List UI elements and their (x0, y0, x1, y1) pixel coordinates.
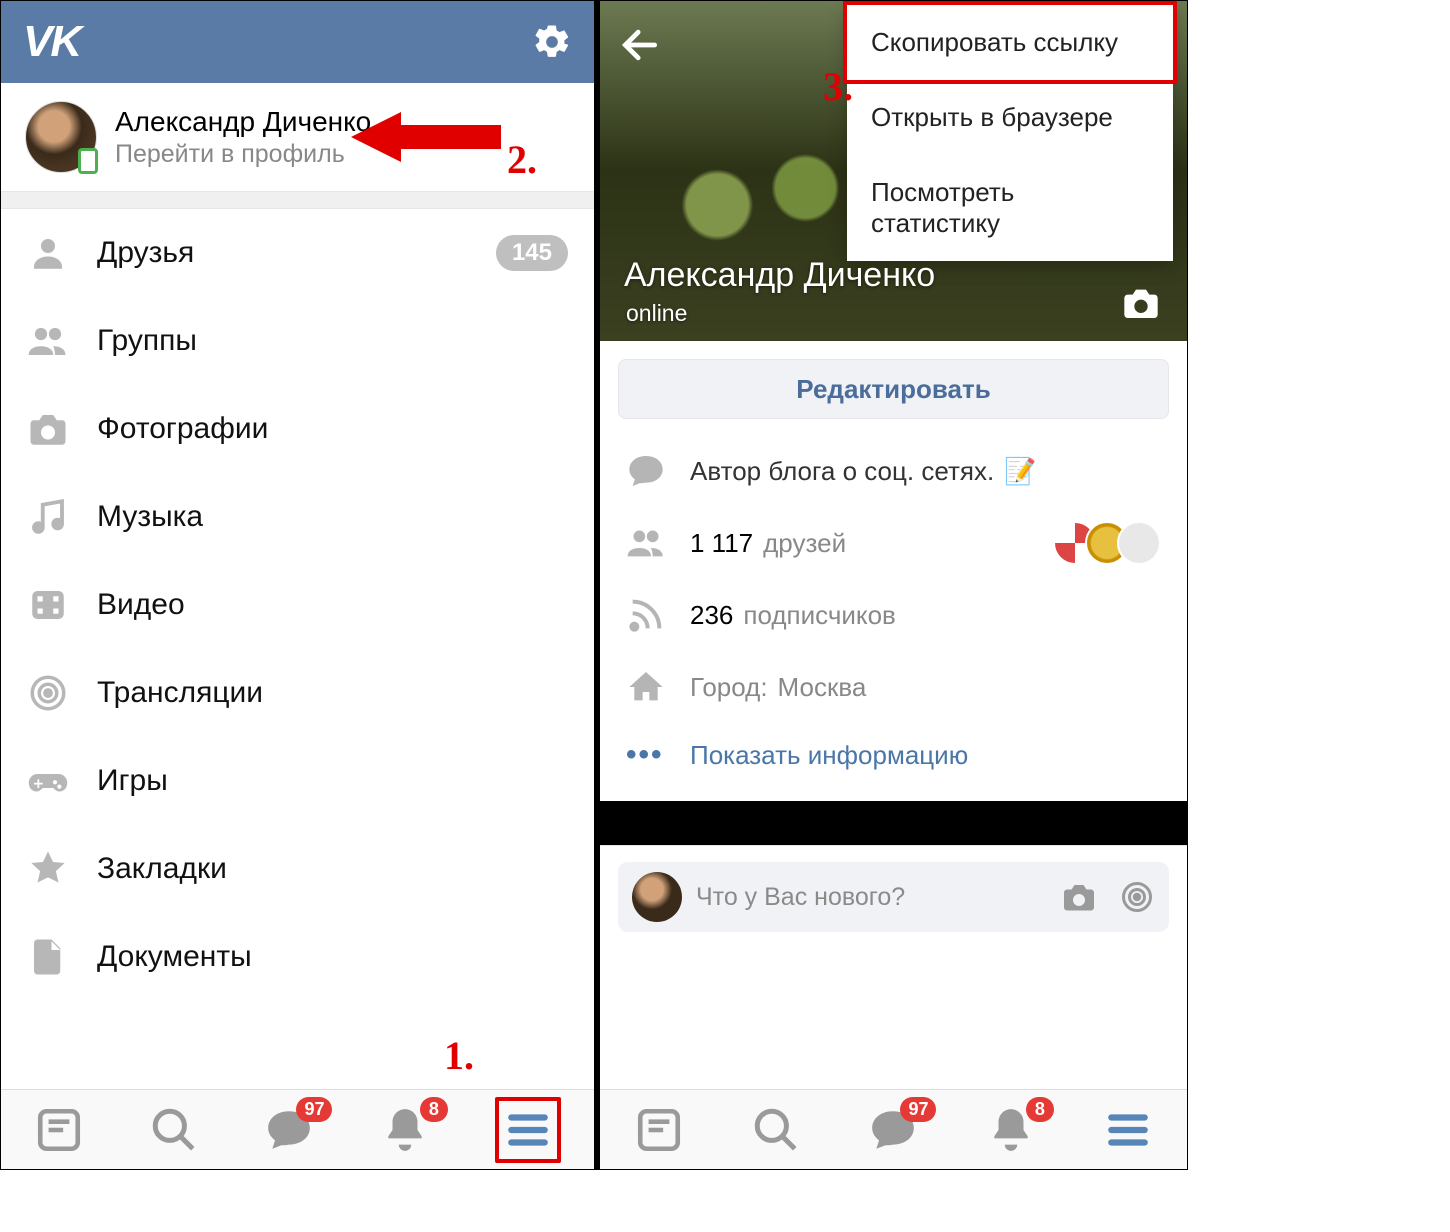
composer: Что у Вас нового? (600, 845, 1187, 948)
notifications-badge: 8 (420, 1097, 448, 1122)
menu-item-games[interactable]: Игры (1, 737, 594, 825)
photos-icon (27, 408, 69, 450)
dropdown-copy-link[interactable]: Скопировать ссылку (843, 1, 1177, 84)
annotation-label-1: 1. (444, 1032, 474, 1079)
messages-badge: 97 (900, 1097, 936, 1122)
screen-menu: VK Александр Диченко Перейти в профиль 2… (1, 1, 594, 1169)
nav-menu-button[interactable] (503, 1105, 553, 1155)
menu-list: Друзья 145 Группы Фотографии Музыка Виде… (1, 209, 594, 1001)
menu-item-docs[interactable]: Документы (1, 913, 594, 1001)
info-row-city[interactable]: Город: Москва (600, 651, 1187, 723)
friends-icon (626, 523, 666, 563)
nav-messages-button[interactable]: 97 (868, 1105, 918, 1155)
notifications-badge: 8 (1026, 1097, 1054, 1122)
games-icon (27, 760, 69, 802)
music-icon (27, 496, 69, 538)
friend-thumbnails (1065, 521, 1161, 565)
docs-icon (27, 936, 69, 978)
nav-notifications-button[interactable]: 8 (380, 1105, 430, 1155)
friend-thumb (1117, 521, 1161, 565)
videos-icon (27, 584, 69, 626)
profile-name: Александр Диченко (115, 106, 371, 138)
nav-feed-button[interactable] (34, 1105, 84, 1155)
nav-search-button[interactable] (751, 1105, 801, 1155)
composer-placeholder: Что у Вас нового? (696, 883, 1061, 912)
rss-icon (626, 595, 666, 635)
menu-label: Фотографии (97, 412, 568, 446)
friends-text: 1 117 друзей (690, 528, 846, 559)
menu-item-bookmarks[interactable]: Закладки (1, 825, 594, 913)
menu-label: Группы (97, 324, 568, 358)
profile-info: Автор блога о соц. сетях. 📝 1 117 друзей (600, 429, 1187, 801)
memo-emoji-icon: 📝 (1004, 456, 1036, 487)
menu-label: Документы (97, 940, 568, 974)
home-icon (626, 667, 666, 707)
city-text: Город: Москва (690, 672, 866, 703)
bottom-nav: 97 8 (600, 1089, 1187, 1169)
subs-text: 236 подписчиков (690, 600, 896, 631)
nav-notifications-button[interactable]: 8 (986, 1105, 1036, 1155)
edit-profile-button[interactable]: Редактировать (618, 359, 1169, 419)
dropdown-menu: Скопировать ссылку Открыть в браузере По… (847, 5, 1173, 261)
nav-menu-button[interactable] (1103, 1105, 1153, 1155)
info-row-bio[interactable]: Автор блога о соц. сетях. 📝 (600, 435, 1187, 507)
bookmarks-icon (27, 848, 69, 890)
menu-item-music[interactable]: Музыка (1, 473, 594, 561)
composer-input[interactable]: Что у Вас нового? (618, 862, 1169, 932)
menu-label: Музыка (97, 500, 568, 534)
cover-profile-name: Александр Диченко (624, 256, 935, 295)
friends-count-badge: 145 (496, 235, 568, 271)
messages-badge: 97 (296, 1097, 332, 1122)
back-button[interactable] (618, 23, 662, 67)
menu-label: Трансляции (97, 676, 568, 710)
header: VK (1, 1, 594, 83)
composer-camera-icon[interactable] (1061, 879, 1097, 915)
profile-cover: Скопировать ссылку Открыть в браузере По… (600, 1, 1187, 341)
menu-item-live[interactable]: Трансляции (1, 649, 594, 737)
cover-online-status: online (626, 300, 687, 327)
nav-feed-button[interactable] (634, 1105, 684, 1155)
bio-text: Автор блога о соц. сетях. 📝 (690, 456, 1037, 487)
dropdown-open-browser[interactable]: Открыть в браузере (847, 80, 1173, 155)
change-cover-button[interactable] (1121, 283, 1161, 323)
menu-item-photos[interactable]: Фотографии (1, 385, 594, 473)
vk-logo-icon: VK (23, 17, 80, 67)
menu-item-videos[interactable]: Видео (1, 561, 594, 649)
settings-button[interactable] (532, 22, 572, 62)
friends-icon (27, 232, 69, 274)
live-icon (27, 672, 69, 714)
screen-profile: Скопировать ссылку Открыть в браузере По… (594, 1, 1187, 1169)
annotation-arrow-2: 2. (351, 107, 537, 167)
avatar (25, 101, 97, 173)
annotation-label-2: 2. (507, 136, 537, 183)
groups-icon (27, 320, 69, 362)
bottom-nav: 97 8 (1, 1089, 594, 1169)
separator (1, 191, 594, 209)
profile-text: Александр Диченко Перейти в профиль (115, 106, 371, 169)
menu-label: Игры (97, 764, 568, 798)
more-dots-icon: ••• (626, 738, 666, 772)
menu-item-friends[interactable]: Друзья 145 (1, 209, 594, 297)
profile-sublabel: Перейти в профиль (115, 140, 371, 169)
show-more-label: Показать информацию (690, 740, 968, 771)
show-more-row[interactable]: ••• Показать информацию (600, 723, 1187, 787)
composer-live-icon[interactable] (1119, 879, 1155, 915)
menu-item-groups[interactable]: Группы (1, 297, 594, 385)
section-gap (600, 801, 1187, 845)
menu-label: Закладки (97, 852, 568, 886)
dropdown-view-stats[interactable]: Посмотреть статистику (847, 155, 1173, 261)
annotation-highlight-menu (495, 1097, 561, 1163)
info-row-friends[interactable]: 1 117 друзей (600, 507, 1187, 579)
nav-messages-button[interactable]: 97 (264, 1105, 314, 1155)
menu-label: Видео (97, 588, 568, 622)
edit-label: Редактировать (796, 374, 990, 405)
info-row-subscribers[interactable]: 236 подписчиков (600, 579, 1187, 651)
profile-row[interactable]: Александр Диченко Перейти в профиль 2. (1, 83, 594, 191)
bio-icon (626, 451, 666, 491)
nav-search-button[interactable] (149, 1105, 199, 1155)
mobile-online-badge-icon (78, 148, 98, 174)
composer-avatar (632, 872, 682, 922)
menu-label: Друзья (97, 236, 496, 270)
